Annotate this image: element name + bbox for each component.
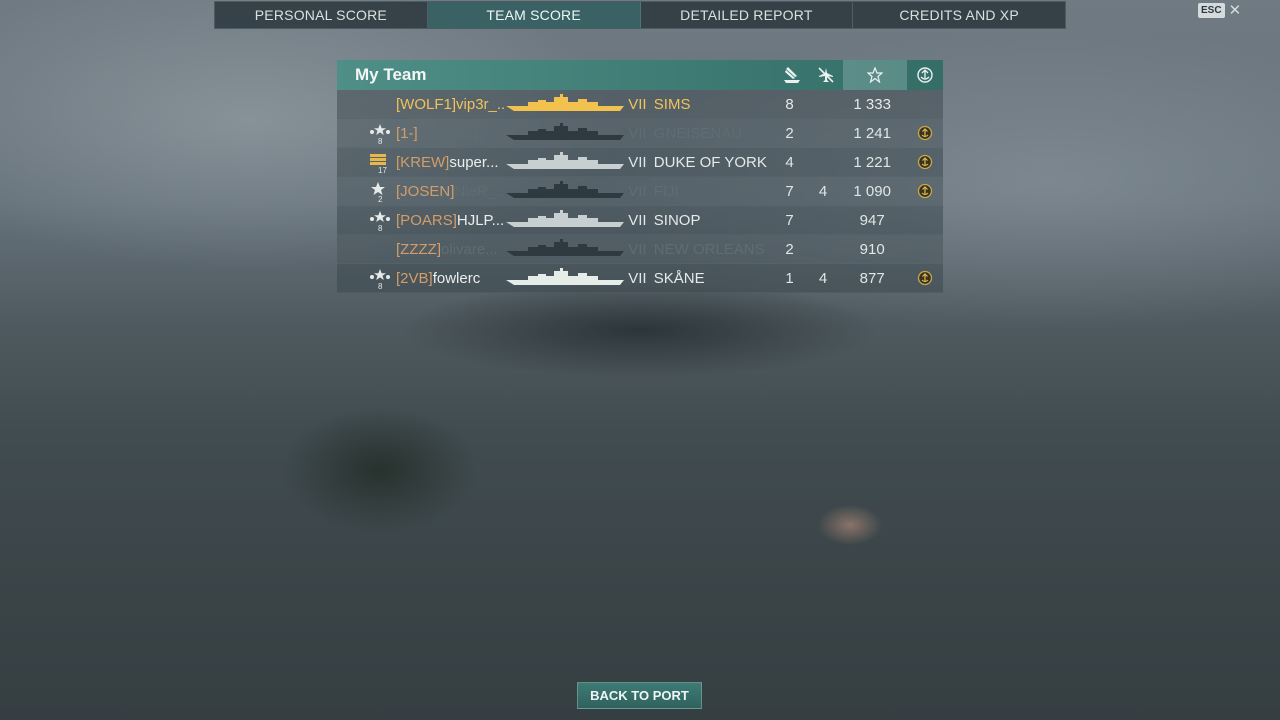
base-xp-score: 1 333 bbox=[853, 95, 891, 113]
player-nick: super... bbox=[449, 153, 499, 171]
ribbon-medal-icon bbox=[908, 183, 943, 199]
rank-number: 2 bbox=[378, 194, 383, 204]
ship-tier: VII bbox=[628, 182, 647, 200]
team-header: My Team bbox=[337, 60, 943, 90]
clan-tag: [KREW] bbox=[396, 153, 450, 171]
ribbon-medal-icon bbox=[908, 154, 943, 170]
ships-destroyed-count: 1 bbox=[785, 269, 794, 287]
rank-emblem-icon: 8 bbox=[337, 206, 396, 235]
tab-personal-score[interactable]: PERSONAL SCORE bbox=[215, 2, 428, 28]
ships-destroyed-count: 4 bbox=[785, 153, 794, 171]
ribbon-medal-icon bbox=[908, 125, 943, 141]
ship-name: SKÅNE bbox=[653, 269, 705, 287]
ship-name: SIMS bbox=[653, 95, 691, 113]
rank-emblem-icon bbox=[337, 90, 396, 119]
team-title: My Team bbox=[355, 65, 427, 84]
clan-tag: [JOSEN] bbox=[396, 182, 455, 200]
base-xp-score: 1 090 bbox=[853, 182, 891, 200]
ship-name: GNEISENAU bbox=[653, 124, 743, 142]
table-row[interactable]: 17 [KREW]super... VII DUKE OF YORK 4 1 2… bbox=[337, 148, 943, 177]
player-nick: olivare... bbox=[441, 240, 498, 258]
planes-destroyed-count: 4 bbox=[818, 182, 828, 200]
star-icon[interactable] bbox=[843, 60, 907, 90]
ship-silhouette-icon bbox=[504, 264, 628, 293]
ship-tier: VII bbox=[628, 269, 647, 287]
player-name: [POARS]HJLP... bbox=[396, 212, 504, 229]
tab-credits-and-xp[interactable]: CREDITS AND XP bbox=[853, 2, 1065, 28]
rank-number: 17 bbox=[378, 165, 387, 175]
table-row[interactable]: 8 [POARS]HJLP... VII SINOP 7 947 bbox=[337, 206, 943, 235]
team-rows: [WOLF1]vip3r_... VII SIMS 8 1 333 8 [1-]… bbox=[337, 90, 943, 293]
player-nick: vip3r_... bbox=[456, 95, 505, 113]
rank-number: 8 bbox=[378, 223, 383, 233]
rank-number: 8 bbox=[378, 136, 383, 146]
player-nick: fowlerc bbox=[432, 269, 481, 287]
esc-key-label: ESC bbox=[1198, 3, 1225, 18]
table-row[interactable]: [ZZZZ]olivare... VII NEW ORLEANS 2 910 bbox=[337, 235, 943, 264]
player-nick: Haloxrag bbox=[417, 124, 478, 142]
player-nick: HJLP... bbox=[456, 211, 505, 229]
ship-silhouette-icon bbox=[504, 235, 628, 264]
tab-detailed-report[interactable]: DETAILED REPORT bbox=[641, 2, 854, 28]
tab-team-score[interactable]: TEAM SCORE bbox=[427, 2, 641, 28]
ship-name: FIJI bbox=[653, 182, 679, 200]
rank-emblem-icon bbox=[337, 235, 396, 264]
ship-tier: VII bbox=[628, 124, 647, 142]
table-row[interactable]: [WOLF1]vip3r_... VII SIMS 8 1 333 bbox=[337, 90, 943, 119]
ship-tier: VII bbox=[628, 240, 647, 258]
base-xp-score: 877 bbox=[859, 269, 885, 287]
base-xp-score: 1 221 bbox=[853, 153, 891, 171]
rank-emblem-icon: 8 bbox=[337, 264, 396, 293]
ship-tier: VII bbox=[628, 95, 647, 113]
rank-emblem-icon: 8 bbox=[337, 119, 396, 148]
player-name: [KREW]super... bbox=[396, 154, 504, 171]
player-name: [2VB]fowlerc bbox=[396, 270, 504, 287]
player-name: [JOSEN]NieR_... bbox=[396, 183, 504, 200]
close-icon[interactable]: ✕ bbox=[1229, 3, 1242, 18]
clan-tag: [WOLF1] bbox=[396, 95, 457, 113]
base-xp-score: 1 241 bbox=[853, 124, 891, 142]
ribbon-medal-icon[interactable] bbox=[907, 60, 943, 90]
ships-destroyed-count: 2 bbox=[785, 240, 794, 258]
ship-silhouette-icon bbox=[504, 119, 628, 148]
ships-destroyed-icon[interactable] bbox=[775, 60, 809, 90]
ships-destroyed-count: 7 bbox=[785, 211, 794, 229]
rank-emblem-icon: 2 bbox=[337, 177, 396, 206]
rank-number: 8 bbox=[378, 281, 383, 291]
ships-destroyed-count: 7 bbox=[785, 182, 794, 200]
clan-tag: [ZZZZ] bbox=[396, 240, 442, 258]
player-nick: NieR_... bbox=[454, 182, 505, 200]
ship-silhouette-icon bbox=[504, 90, 628, 119]
ship-silhouette-icon bbox=[504, 148, 628, 177]
planes-destroyed-count: 4 bbox=[818, 269, 828, 287]
base-xp-score: 947 bbox=[859, 211, 885, 229]
ships-destroyed-count: 2 bbox=[785, 124, 794, 142]
player-name: [1-]Haloxrag bbox=[396, 125, 504, 142]
ships-destroyed-count: 8 bbox=[785, 95, 794, 113]
base-xp-score: 910 bbox=[859, 240, 885, 258]
player-name: [ZZZZ]olivare... bbox=[396, 241, 504, 258]
planes-destroyed-icon[interactable] bbox=[809, 60, 843, 90]
table-row[interactable]: 2 [JOSEN]NieR_... VII FIJI 7 4 1 090 bbox=[337, 177, 943, 206]
results-tab-bar: PERSONAL SCORE TEAM SCORE DETAILED REPOR… bbox=[214, 1, 1066, 29]
table-row[interactable]: 8 [1-]Haloxrag VII GNEISENAU 2 1 241 bbox=[337, 119, 943, 148]
clan-tag: [1-] bbox=[396, 124, 418, 142]
clan-tag: [POARS] bbox=[396, 211, 457, 229]
ship-tier: VII bbox=[628, 211, 647, 229]
ship-name: NEW ORLEANS bbox=[653, 240, 765, 258]
clan-tag: [2VB] bbox=[396, 269, 433, 287]
player-name: [WOLF1]vip3r_... bbox=[396, 96, 504, 113]
ship-name: SINOP bbox=[653, 211, 701, 229]
esc-close-button[interactable]: ESC ✕ bbox=[1198, 3, 1241, 18]
ship-tier: VII bbox=[628, 153, 647, 171]
ribbon-medal-icon bbox=[908, 270, 943, 286]
team-score-panel: My Team [WOLF1]vip3r_... VII SIMS 8 1 33… bbox=[337, 60, 943, 293]
table-row[interactable]: 8 [2VB]fowlerc VII SKÅNE 1 4 877 bbox=[337, 264, 943, 293]
rank-emblem-icon: 17 bbox=[337, 148, 396, 177]
ship-silhouette-icon bbox=[504, 206, 628, 235]
back-to-port-button[interactable]: BACK TO PORT bbox=[577, 682, 702, 709]
ship-name: DUKE OF YORK bbox=[653, 153, 767, 171]
ship-silhouette-icon bbox=[504, 177, 628, 206]
